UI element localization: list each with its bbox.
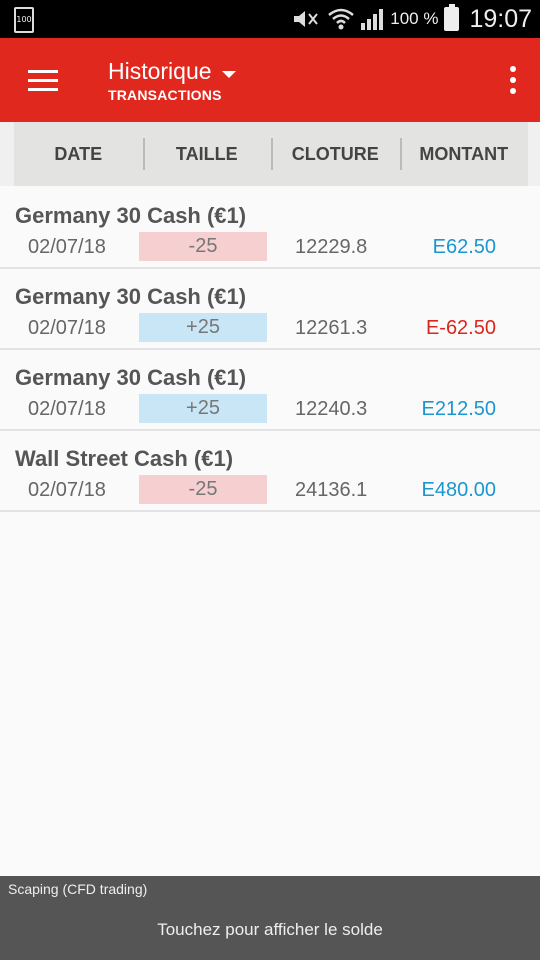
header-edge-left	[0, 122, 14, 186]
balance-footer[interactable]: Scaping (CFD trading) Touchez pour affic…	[0, 876, 540, 960]
transaction-amount: E480.00	[421, 479, 496, 501]
closing-price: 12240.3	[295, 398, 368, 420]
transaction-size: +25	[139, 313, 267, 342]
transaction-row[interactable]: Germany 30 Cash (€1) 02/07/18 +25 12240.…	[0, 350, 540, 431]
instrument-name: Germany 30 Cash (€1)	[15, 203, 247, 228]
status-bar: 100 100 % 19:07	[0, 0, 540, 38]
header-date[interactable]: DATE	[14, 122, 143, 186]
clock: 19:07	[469, 4, 532, 33]
header-size[interactable]: TAILLE	[142, 122, 272, 186]
battery-icon	[444, 4, 460, 31]
closing-price: 12229.8	[295, 236, 368, 258]
dropdown-caret-icon	[221, 71, 236, 78]
transaction-size: -25	[139, 232, 267, 261]
transaction-amount: E-62.50	[425, 317, 496, 339]
more-options-icon[interactable]	[508, 66, 518, 94]
transaction-date: 02/07/18	[28, 317, 106, 339]
closing-price: 12261.3	[295, 317, 368, 339]
account-name: Scaping (CFD trading)	[8, 881, 148, 897]
instrument-name: Germany 30 Cash (€1)	[15, 365, 247, 390]
status-icons: 100 % 19:07	[292, 0, 532, 38]
transaction-size: -25	[139, 475, 267, 504]
transaction-row[interactable]: Wall Street Cash (€1) 02/07/18 -25 24136…	[0, 431, 540, 512]
transaction-list: Germany 30 Cash (€1) 02/07/18 -25 12229.…	[0, 188, 540, 512]
transaction-size: +25	[139, 394, 267, 423]
battery-notification-icon: 100	[14, 7, 34, 33]
transaction-amount: E62.50	[432, 236, 496, 258]
transaction-row[interactable]: Germany 30 Cash (€1) 02/07/18 +25 12261.…	[0, 269, 540, 350]
header-edge-right	[528, 122, 540, 186]
mute-icon	[294, 11, 319, 27]
closing-price: 24136.1	[295, 479, 368, 501]
page-title: Historique	[108, 58, 212, 84]
menu-icon[interactable]	[18, 60, 66, 100]
wifi-icon	[328, 8, 355, 30]
instrument-name: Wall Street Cash (€1)	[15, 446, 234, 471]
table-header: DATE TAILLE CLOTURE MONTANT	[14, 122, 528, 186]
header-amount[interactable]: MONTANT	[399, 122, 529, 186]
transaction-date: 02/07/18	[28, 398, 106, 420]
transaction-amount: E212.50	[421, 398, 496, 420]
transaction-row[interactable]: Germany 30 Cash (€1) 02/07/18 -25 12229.…	[0, 188, 540, 269]
instrument-name: Germany 30 Cash (€1)	[15, 284, 247, 309]
app-bar: Historique TRANSACTIONS	[0, 38, 540, 122]
header-close[interactable]: CLOTURE	[271, 122, 400, 186]
signal-icon	[361, 9, 384, 30]
page-subtitle: TRANSACTIONS	[108, 87, 222, 103]
battery-percent: 100 %	[390, 9, 439, 28]
show-balance-label: Touchez pour afficher le solde	[157, 920, 383, 939]
transaction-date: 02/07/18	[28, 479, 106, 501]
view-selector[interactable]: Historique TRANSACTIONS	[108, 58, 236, 103]
transaction-date: 02/07/18	[28, 236, 106, 258]
